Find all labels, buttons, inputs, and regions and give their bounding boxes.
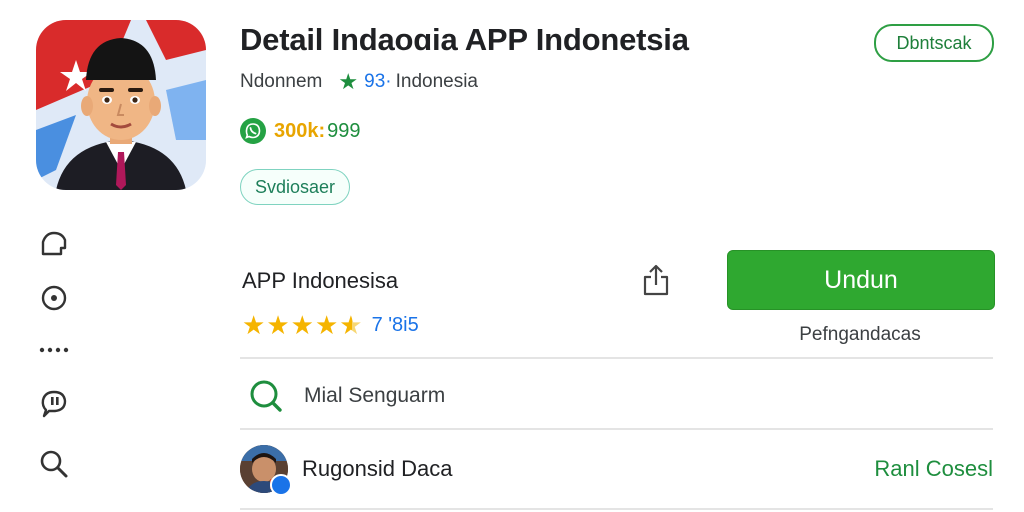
- star-icon: ★: [314, 310, 339, 340]
- page-title: Detail Indaoɑia APP Indonetsia: [240, 22, 689, 57]
- user-name: Rugonsid Daca: [302, 456, 453, 481]
- home-icon[interactable]: [38, 228, 70, 260]
- divider: [240, 428, 993, 430]
- whatsapp-icon: [240, 118, 266, 144]
- search-icon: [246, 376, 286, 416]
- star-icon: ★: [290, 310, 314, 340]
- install-button[interactable]: Undun: [727, 250, 995, 310]
- downloads-count: 999: [327, 119, 361, 142]
- downloads-value: 300k:: [274, 119, 326, 142]
- info-icon[interactable]: [38, 282, 70, 314]
- search-text: Mial Senguarm: [304, 384, 446, 407]
- star-icon: ★: [242, 310, 266, 340]
- verified-badge-icon: [270, 474, 292, 496]
- rating-stars: ★ ★ ★ ★ ★ 7 '8i5: [242, 312, 419, 338]
- more-icon[interactable]: [38, 334, 70, 366]
- star-half-icon: ★: [339, 310, 363, 340]
- install-subtext: Pefngandacas: [799, 324, 921, 345]
- user-action-link[interactable]: Ranl Cosesl: [874, 456, 993, 482]
- app-meta: Ndonnem ★ 93· Indonesia: [240, 68, 478, 96]
- star-icon: ★: [266, 310, 290, 340]
- share-icon[interactable]: [640, 263, 672, 297]
- chat-icon[interactable]: [38, 388, 70, 420]
- review-count: 7 '8i5: [371, 313, 419, 336]
- top-action-button[interactable]: Dbntscak: [874, 24, 994, 62]
- category-chip[interactable]: Svdiosaer: [240, 169, 351, 205]
- search-row[interactable]: Mial Senguarm: [240, 372, 993, 420]
- rating-value: 93·: [364, 71, 392, 92]
- country-label: Indonesia: [395, 71, 478, 92]
- user-row[interactable]: Rugonsid Daca Ranl Cosesl: [240, 442, 993, 496]
- app-name: APP Indonesisa: [242, 268, 399, 293]
- developer-name[interactable]: Ndonnem: [240, 71, 322, 93]
- divider: [240, 357, 993, 359]
- star-icon: ★: [338, 69, 359, 94]
- divider: [240, 508, 993, 510]
- app-icon: [36, 20, 206, 190]
- search-icon[interactable]: [38, 448, 70, 480]
- download-stats: 300k: 999: [240, 118, 361, 144]
